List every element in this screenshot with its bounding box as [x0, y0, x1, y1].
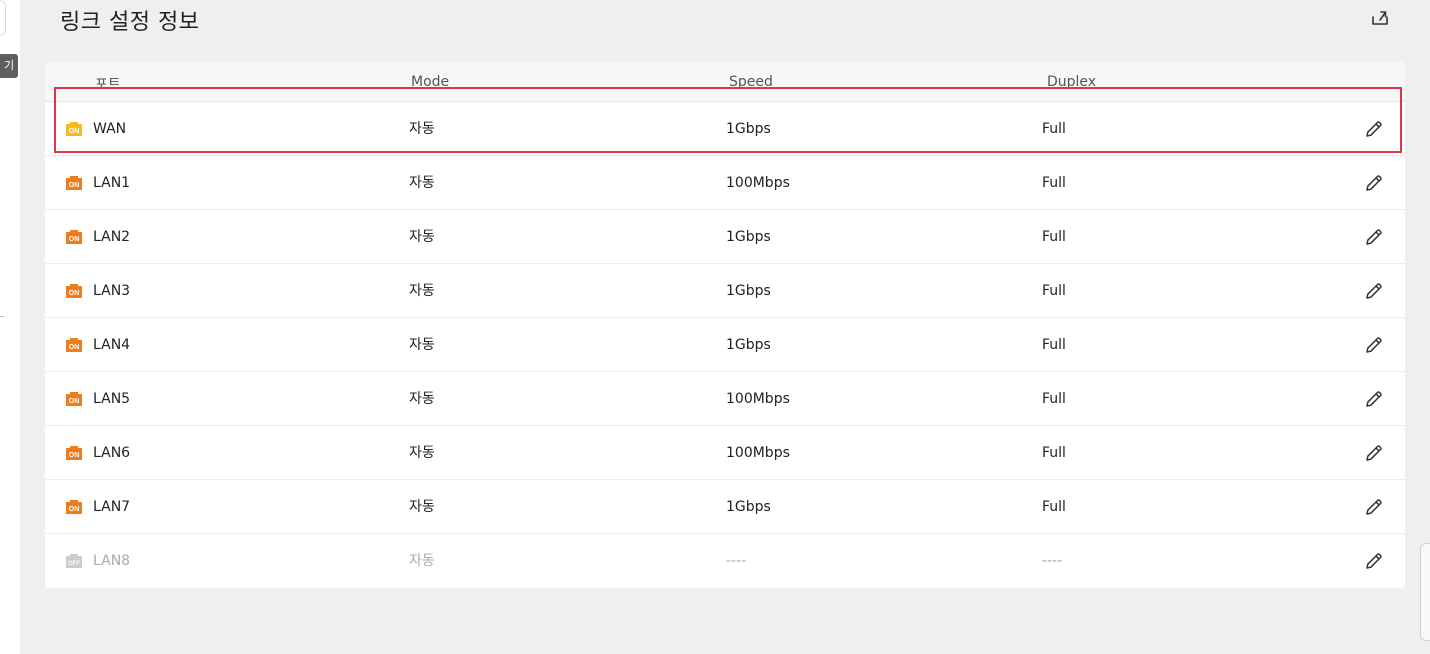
speed-value: 1Gbps: [726, 229, 771, 245]
table-row: ON LAN7 자동 1Gbps Full: [45, 480, 1405, 534]
edit-button[interactable]: [1363, 442, 1385, 464]
port-on-icon: ON: [65, 229, 82, 245]
page-title: 링크 설정 정보: [60, 10, 200, 35]
pencil-icon: [1366, 553, 1382, 569]
duplex-value: Full: [1042, 121, 1066, 137]
mode-value: 자동: [409, 283, 435, 299]
svg-text:ON: ON: [69, 398, 80, 405]
mode-value: 자동: [409, 229, 435, 245]
edit-button[interactable]: [1363, 280, 1385, 302]
duplex-value: Full: [1042, 499, 1066, 515]
column-header-port: 포트: [95, 77, 121, 93]
mode-value: 자동: [409, 337, 435, 353]
scroll-handle[interactable]: [1420, 543, 1430, 641]
svg-text:ON: ON: [69, 182, 80, 189]
column-header-speed: Speed: [729, 74, 773, 90]
speed-value: 1Gbps: [726, 337, 771, 353]
speed-value: 100Mbps: [726, 391, 790, 407]
speed-value: 1Gbps: [726, 121, 771, 137]
table-row: OFF LAN8 자동 ---- ----: [45, 534, 1405, 588]
speed-value: 100Mbps: [726, 445, 790, 461]
duplex-value: ----: [1042, 553, 1063, 569]
port-on-icon: ON: [65, 175, 82, 191]
edit-button[interactable]: [1363, 334, 1385, 356]
port-off-icon: OFF: [65, 553, 82, 569]
duplex-value: Full: [1042, 283, 1066, 299]
table-row: ON LAN2 자동 1Gbps Full: [45, 210, 1405, 264]
port-on-icon: ON: [65, 391, 82, 407]
svg-text:ON: ON: [69, 128, 80, 135]
svg-text:ON: ON: [69, 506, 80, 513]
mode-value: 자동: [409, 553, 435, 569]
table-row: ON LAN5 자동 100Mbps Full: [45, 372, 1405, 426]
pencil-icon: [1366, 283, 1382, 299]
edit-button[interactable]: [1363, 496, 1385, 518]
port-name: LAN3: [93, 283, 131, 299]
column-header-mode: Mode: [411, 74, 450, 90]
port-on-icon: ON: [65, 121, 82, 137]
pencil-icon: [1366, 175, 1382, 191]
duplex-value: Full: [1042, 391, 1066, 407]
svg-text:ON: ON: [69, 344, 80, 351]
table-header: 포트 Mode Speed Duplex: [45, 62, 1405, 102]
edit-button[interactable]: [1363, 550, 1385, 572]
port-on-icon: ON: [65, 499, 82, 515]
port-name: LAN4: [93, 337, 131, 353]
mode-value: 자동: [409, 445, 435, 461]
edit-button[interactable]: [1363, 172, 1385, 194]
port-name: LAN7: [93, 499, 131, 515]
speed-value: 1Gbps: [726, 283, 771, 299]
link-settings-table: 포트 Mode Speed Duplex ON WAN 자동 1Gbps Full ON L…: [45, 62, 1405, 588]
table-row: ON WAN 자동 1Gbps Full: [45, 102, 1405, 156]
pencil-icon: [1366, 337, 1382, 353]
divider: [0, 316, 4, 317]
table-row: ON LAN4 자동 1Gbps Full: [45, 318, 1405, 372]
port-on-icon: ON: [65, 337, 82, 353]
port-on-icon: ON: [65, 283, 82, 299]
port-name: LAN2: [93, 229, 131, 245]
mode-value: 자동: [409, 121, 435, 137]
pencil-icon: [1366, 499, 1382, 515]
port-name: LAN8: [93, 553, 131, 569]
export-icon: [1372, 11, 1388, 25]
edit-button[interactable]: [1363, 388, 1385, 410]
duplex-value: Full: [1042, 445, 1066, 461]
left-sidebar-edge: 기: [0, 0, 20, 654]
speed-value: ----: [726, 553, 747, 569]
pencil-icon: [1366, 229, 1382, 245]
sidebar-tooltip: 기: [0, 54, 18, 78]
table-row: ON LAN6 자동 100Mbps Full: [45, 426, 1405, 480]
port-name: WAN: [93, 121, 127, 137]
duplex-value: Full: [1042, 337, 1066, 353]
svg-text:OFF: OFF: [68, 561, 80, 567]
mode-value: 자동: [409, 499, 435, 515]
pencil-icon: [1366, 445, 1382, 461]
mode-value: 자동: [409, 391, 435, 407]
column-header-duplex: Duplex: [1047, 74, 1097, 90]
sidebar-handle[interactable]: [0, 0, 6, 36]
port-on-icon: ON: [65, 445, 82, 461]
export-button[interactable]: [1368, 6, 1392, 30]
edit-button[interactable]: [1363, 118, 1385, 140]
duplex-value: Full: [1042, 229, 1066, 245]
speed-value: 1Gbps: [726, 499, 771, 515]
port-name: LAN6: [93, 445, 131, 461]
pencil-icon: [1366, 391, 1382, 407]
edit-button[interactable]: [1363, 226, 1385, 248]
duplex-value: Full: [1042, 175, 1066, 191]
svg-text:ON: ON: [69, 452, 80, 459]
pencil-icon: [1366, 121, 1382, 137]
svg-text:ON: ON: [69, 290, 80, 297]
speed-value: 100Mbps: [726, 175, 790, 191]
port-name: LAN5: [93, 391, 131, 407]
mode-value: 자동: [409, 175, 435, 191]
table-row: ON LAN3 자동 1Gbps Full: [45, 264, 1405, 318]
table-row: ON LAN1 자동 100Mbps Full: [45, 156, 1405, 210]
port-name: LAN1: [93, 175, 131, 191]
svg-text:ON: ON: [69, 236, 80, 243]
